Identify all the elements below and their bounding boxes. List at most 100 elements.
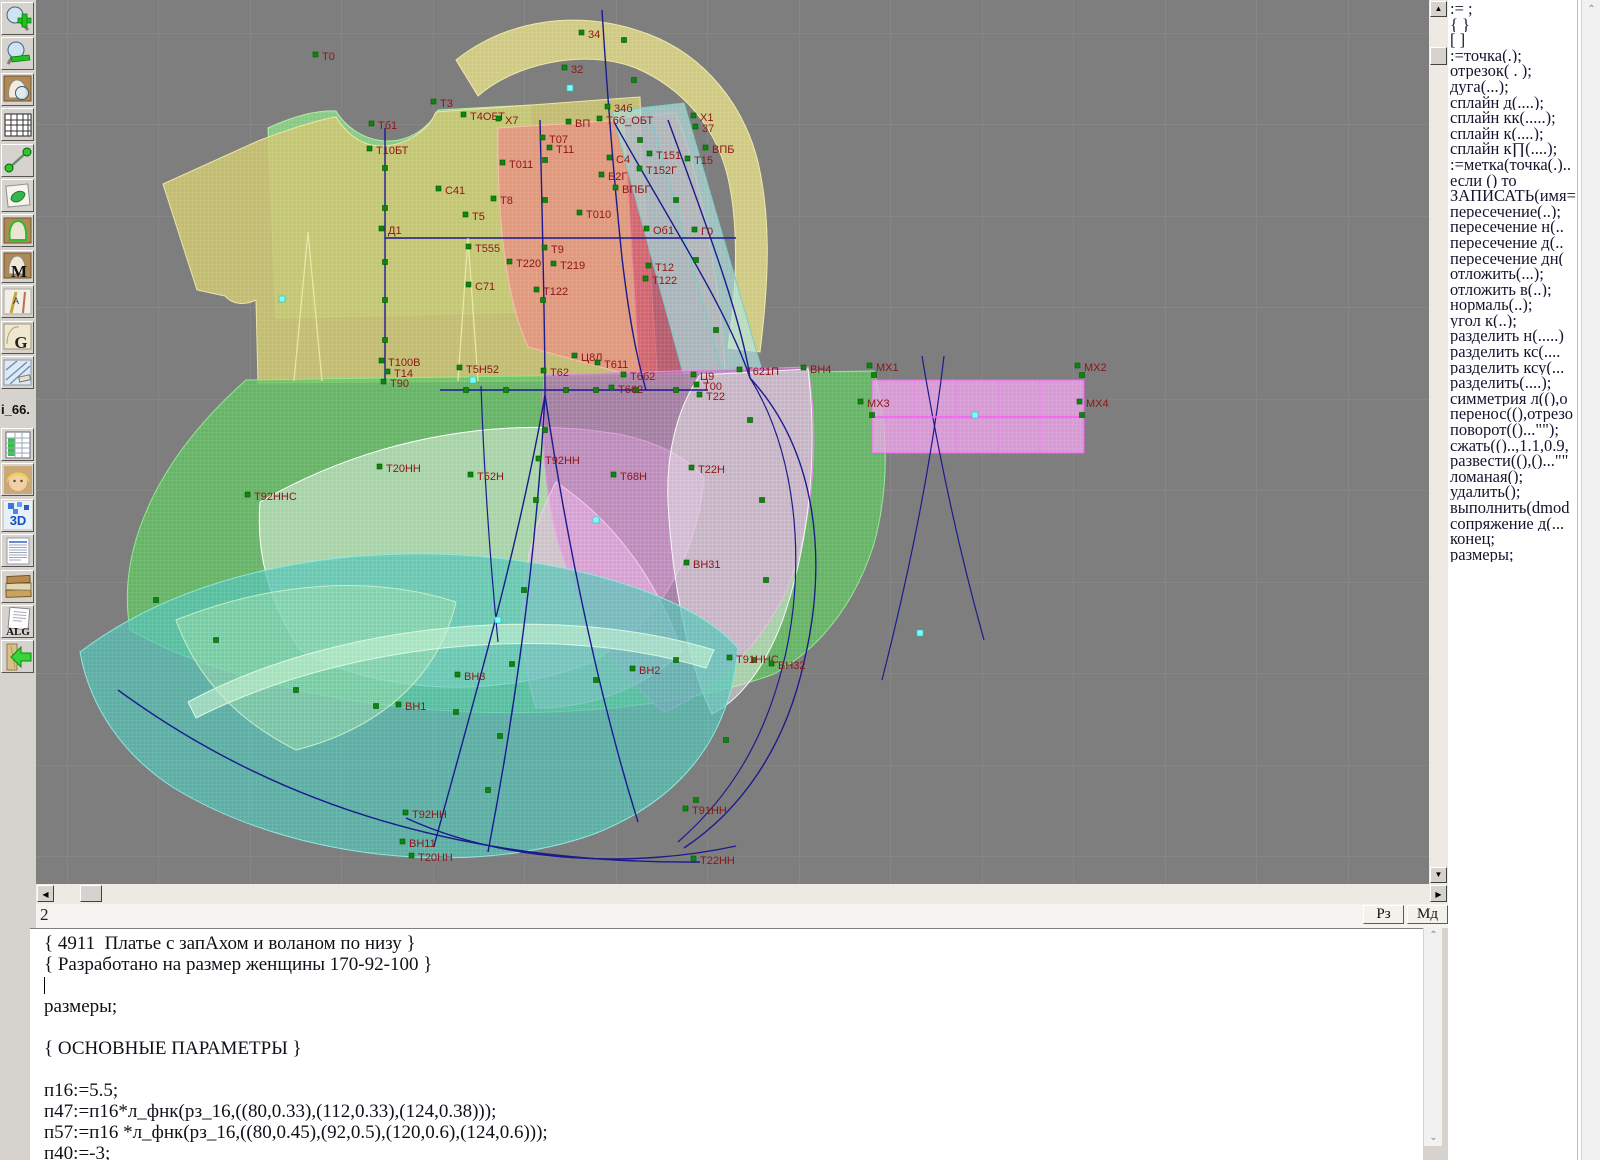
pattern-point[interactable]: [455, 672, 460, 677]
command-list-item[interactable]: отложить в(..);: [1450, 282, 1578, 298]
command-list-item[interactable]: пересечение дн(: [1450, 251, 1578, 267]
command-list-item[interactable]: сплайн д(....);: [1450, 95, 1578, 111]
pattern-point[interactable]: [409, 853, 414, 858]
canvas-hscroll-thumb[interactable]: [80, 885, 102, 902]
pattern-point[interactable]: [522, 588, 527, 593]
pattern-point[interactable]: [504, 388, 509, 393]
pattern-point[interactable]: [646, 263, 651, 268]
pattern-point[interactable]: [599, 172, 604, 177]
command-list-item[interactable]: сплайн к∏(....);: [1450, 141, 1578, 157]
scroll-up-icon[interactable]: ⌃: [1583, 2, 1600, 18]
pattern-point[interactable]: [579, 30, 584, 35]
pattern-point[interactable]: [466, 244, 471, 249]
command-list-item[interactable]: симметрия л((),о: [1450, 391, 1578, 407]
command-list-item[interactable]: удалить();: [1450, 484, 1578, 500]
pattern-point[interactable]: [374, 704, 379, 709]
pattern-point[interactable]: [454, 710, 459, 715]
pattern-point[interactable]: [466, 282, 471, 287]
pattern-point[interactable]: [491, 196, 496, 201]
pattern-point[interactable]: [383, 260, 388, 265]
pattern-point[interactable]: [607, 155, 612, 160]
pattern-point[interactable]: [377, 464, 382, 469]
pattern-point[interactable]: [632, 78, 637, 83]
toolbar-button-piece-m[interactable]: M: [1, 250, 34, 283]
pattern-point[interactable]: [637, 166, 642, 171]
pattern-point[interactable]: [463, 212, 468, 217]
command-list-item[interactable]: :=точка(.);: [1450, 48, 1578, 64]
pattern-point[interactable]: [541, 298, 546, 303]
pattern-point[interactable]: [379, 226, 384, 231]
pattern-point[interactable]: [496, 116, 501, 121]
pattern-point[interactable]: [595, 360, 600, 365]
pattern-point[interactable]: [858, 399, 863, 404]
pattern-point[interactable]: [867, 363, 872, 368]
toolbar-button-zoom-out[interactable]: [1, 37, 34, 70]
pattern-point[interactable]: [703, 145, 708, 150]
pattern-point[interactable]: [396, 702, 401, 707]
pattern-point[interactable]: [737, 367, 742, 372]
scroll-right-icon[interactable]: ▶: [1430, 885, 1447, 902]
command-list-scrollbar[interactable]: ⌃: [1581, 0, 1600, 1160]
command-list-item[interactable]: конец;: [1450, 531, 1578, 547]
pattern-point[interactable]: [547, 145, 552, 150]
pattern-point[interactable]: [691, 856, 696, 861]
command-list-item[interactable]: [ ]: [1450, 32, 1578, 48]
pattern-point[interactable]: [431, 99, 436, 104]
pattern-point[interactable]: [562, 65, 567, 70]
command-list-item[interactable]: ЗАПИСАТЬ(имя=: [1450, 188, 1578, 204]
pattern-point[interactable]: [383, 166, 388, 171]
command-list-item[interactable]: { }: [1450, 17, 1578, 33]
pattern-point[interactable]: [294, 688, 299, 693]
pattern-canvas[interactable]: Т03432Т3Т4ОБТХ7Тб1Т10БТВП34бТ6б_ОБТТ07Т1…: [36, 0, 1429, 885]
toolbar-button-exit[interactable]: [1, 640, 34, 673]
command-list-item[interactable]: поворот(()..."");: [1450, 422, 1578, 438]
pattern-point[interactable]: [748, 418, 753, 423]
command-list-item[interactable]: пересечение д(..: [1450, 235, 1578, 251]
pattern-point[interactable]: [594, 678, 599, 683]
pattern-point[interactable]: [674, 658, 679, 663]
command-list-item[interactable]: := ;: [1450, 1, 1578, 17]
pattern-point[interactable]: [486, 788, 491, 793]
pattern-point[interactable]: [647, 151, 652, 156]
pattern-point[interactable]: [507, 259, 512, 264]
pattern-point[interactable]: [577, 210, 582, 215]
pattern-point[interactable]: [1080, 413, 1085, 418]
toolbar-button-grid[interactable]: [1, 108, 34, 141]
pattern-point[interactable]: [689, 465, 694, 470]
pattern-point[interactable]: [500, 160, 505, 165]
pattern-point[interactable]: [693, 124, 698, 129]
pattern-point[interactable]: [638, 138, 643, 143]
pattern-point[interactable]: [727, 655, 732, 660]
editor-vertical-scrollbar[interactable]: ⌃ ⌄: [1423, 928, 1442, 1146]
pattern-point[interactable]: [543, 158, 548, 163]
command-list-item[interactable]: перенос((),отрезо: [1450, 406, 1578, 422]
selected-point[interactable]: [470, 377, 476, 383]
command-list-item[interactable]: разделить ксу(...: [1450, 360, 1578, 376]
pattern-point[interactable]: [367, 146, 372, 151]
pattern-point[interactable]: [313, 52, 318, 57]
toolbar-button-zoom-in[interactable]: [1, 2, 34, 35]
pattern-point[interactable]: [572, 353, 577, 358]
pattern-point[interactable]: [684, 560, 689, 565]
algorithm-editor[interactable]: { 4911 Платье с запАхом и воланом по низ…: [30, 928, 1423, 1160]
pattern-point[interactable]: [724, 738, 729, 743]
pattern-point[interactable]: [468, 472, 473, 477]
pattern-point[interactable]: [510, 662, 515, 667]
toolbar-button-drawing-tools[interactable]: A: [1, 285, 34, 318]
pattern-point[interactable]: [870, 413, 875, 418]
pattern-point[interactable]: [694, 798, 699, 803]
pattern-point[interactable]: [436, 186, 441, 191]
pattern-point[interactable]: [594, 388, 599, 393]
pattern-point[interactable]: [621, 372, 626, 377]
command-list-item[interactable]: нормаль(..);: [1450, 297, 1578, 313]
pattern-point[interactable]: [760, 498, 765, 503]
canvas-vertical-scrollbar[interactable]: ▲ ▼: [1429, 0, 1448, 884]
canvas-vscroll-thumb[interactable]: [1430, 47, 1447, 65]
command-list-item[interactable]: разделить кс(....: [1450, 344, 1578, 360]
rz-button[interactable]: Рз: [1363, 905, 1404, 924]
toolbar-button-portrait[interactable]: [1, 463, 34, 496]
pattern-point[interactable]: [674, 198, 679, 203]
pattern-point[interactable]: [383, 206, 388, 211]
pattern-point[interactable]: [540, 135, 545, 140]
command-list-item[interactable]: сопряжение д(...: [1450, 516, 1578, 532]
